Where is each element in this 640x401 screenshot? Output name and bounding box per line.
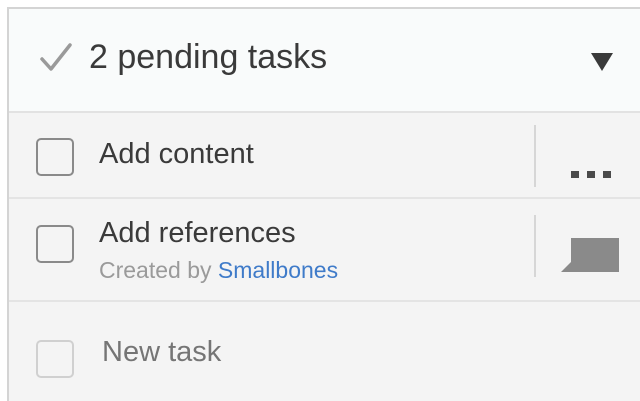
tasks-header[interactable]: 2 pending tasks (9, 9, 640, 113)
new-task-row (9, 302, 640, 401)
check-icon (39, 41, 73, 75)
divider (534, 215, 536, 277)
task-checkbox[interactable] (36, 138, 74, 176)
pending-tasks-title: 2 pending tasks (89, 38, 328, 76)
task-panel: 2 pending tasks Add content Add referenc… (7, 7, 640, 401)
caret-down-icon[interactable] (587, 45, 617, 75)
created-by-text: Created by Smallbones (99, 257, 338, 284)
more-icon[interactable] (565, 168, 617, 178)
task-label: Add references (99, 217, 296, 249)
comment-icon[interactable] (555, 235, 621, 281)
task-checkbox[interactable] (36, 225, 74, 263)
task-row: Add content (9, 113, 640, 199)
new-task-input[interactable] (102, 336, 502, 369)
created-by-prefix: Created by (99, 257, 212, 283)
new-task-checkbox (36, 340, 74, 378)
task-label: Add content (99, 138, 254, 170)
task-row: Add references Created by Smallbones (9, 199, 640, 302)
divider (534, 125, 536, 187)
user-link[interactable]: Smallbones (218, 257, 338, 283)
